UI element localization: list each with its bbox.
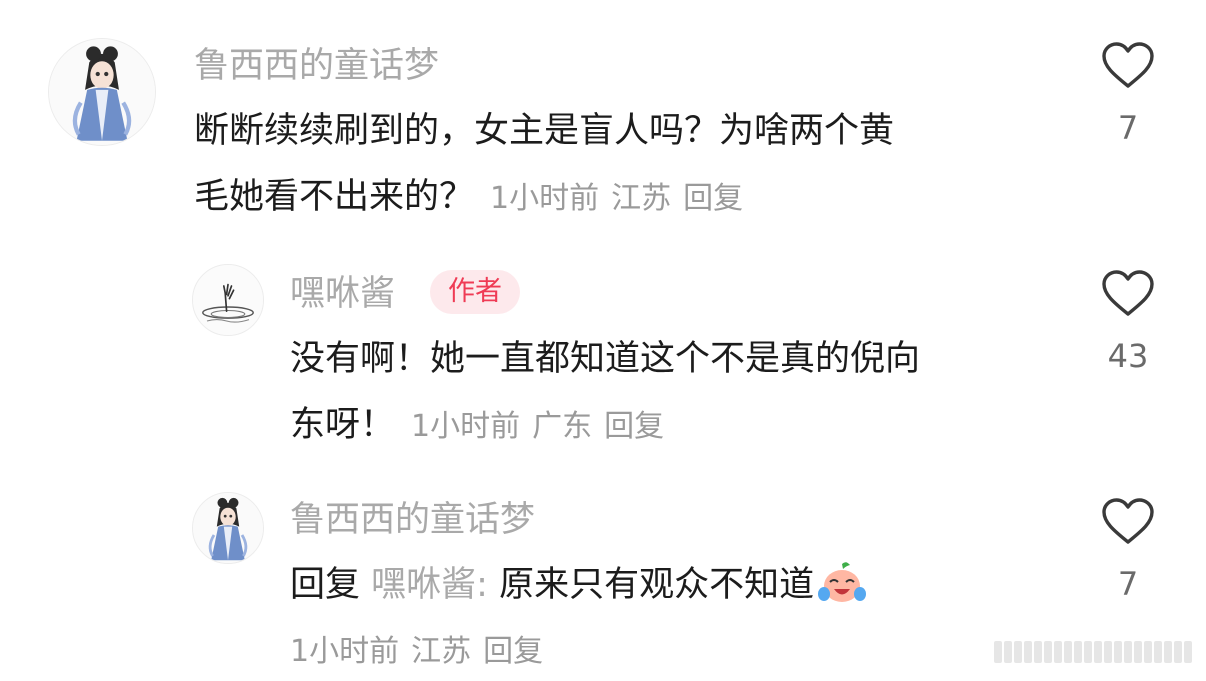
avatar[interactable]: [192, 264, 264, 336]
comment-text-line: 没有啊！她一直都知道这个不是真的倪向: [290, 339, 921, 379]
heart-outline-icon: [1102, 270, 1154, 316]
like-count: 43: [1107, 337, 1149, 375]
ink-hand-avatar-icon: [193, 265, 263, 335]
comment-text-line: 断断续续刷到的，女主是盲人吗？为啥两个黄: [194, 111, 895, 151]
comment-location: 广东: [532, 409, 593, 444]
like-count: 7: [1117, 565, 1139, 603]
author-name[interactable]: 嘿咻酱: [290, 272, 395, 316]
laughing-crying-peach-emoji: [818, 562, 867, 602]
reply-button[interactable]: 回复: [604, 409, 664, 444]
comment-text: 断断续续刷到的，女主是盲人吗？为啥两个黄 毛她看不出来的？ 1小时前 江苏 回复: [194, 98, 1074, 232]
comment-meta: 1小时前 江苏 回复: [290, 632, 555, 672]
comment-text: 没有啊！她一直都知道这个不是真的倪向 东呀！ 1小时前 广东 回复: [290, 326, 1070, 460]
reply-target-name[interactable]: 嘿咻酱:: [371, 565, 488, 605]
comment-meta: 1小时前 广东 回复: [411, 409, 664, 444]
comment-time: 1小时前: [490, 181, 600, 216]
comment-meta: 1小时前 江苏 回复: [490, 181, 743, 216]
watermark: [994, 641, 1192, 663]
comment-text-line: 东呀！ 1小时前 广东 回复: [290, 405, 665, 445]
reply-button[interactable]: 回复: [683, 181, 743, 216]
comment-location: 江苏: [611, 181, 672, 216]
comment-text: 回复 嘿咻酱: 原来只有观众不知道: [290, 552, 1070, 618]
girl-hanfu-avatar-icon: [193, 493, 263, 563]
avatar[interactable]: [192, 492, 264, 564]
reply-prefix: 回复: [290, 565, 361, 605]
like-count: 7: [1117, 109, 1139, 147]
like-button[interactable]: 43: [1078, 270, 1178, 376]
author-name[interactable]: 鲁西西的童话梦: [290, 498, 535, 542]
heart-outline-icon: [1102, 498, 1154, 544]
like-button[interactable]: 7: [1078, 42, 1178, 148]
comment-text-line: 原来只有观众不知道: [499, 565, 815, 605]
girl-hanfu-avatar-icon: [49, 39, 155, 145]
avatar[interactable]: [48, 38, 156, 146]
comment-location: 江苏: [411, 634, 472, 669]
author-badge: 作者: [430, 270, 520, 314]
like-button[interactable]: 7: [1078, 498, 1178, 604]
comment-time: 1小时前: [290, 634, 400, 669]
comment-text-line: 毛她看不出来的？ 1小时前 江苏 回复: [194, 177, 744, 217]
author-name[interactable]: 鲁西西的童话梦: [194, 44, 439, 88]
heart-outline-icon: [1102, 42, 1154, 88]
reply-button[interactable]: 回复: [483, 634, 543, 669]
comment-time: 1小时前: [411, 409, 521, 444]
